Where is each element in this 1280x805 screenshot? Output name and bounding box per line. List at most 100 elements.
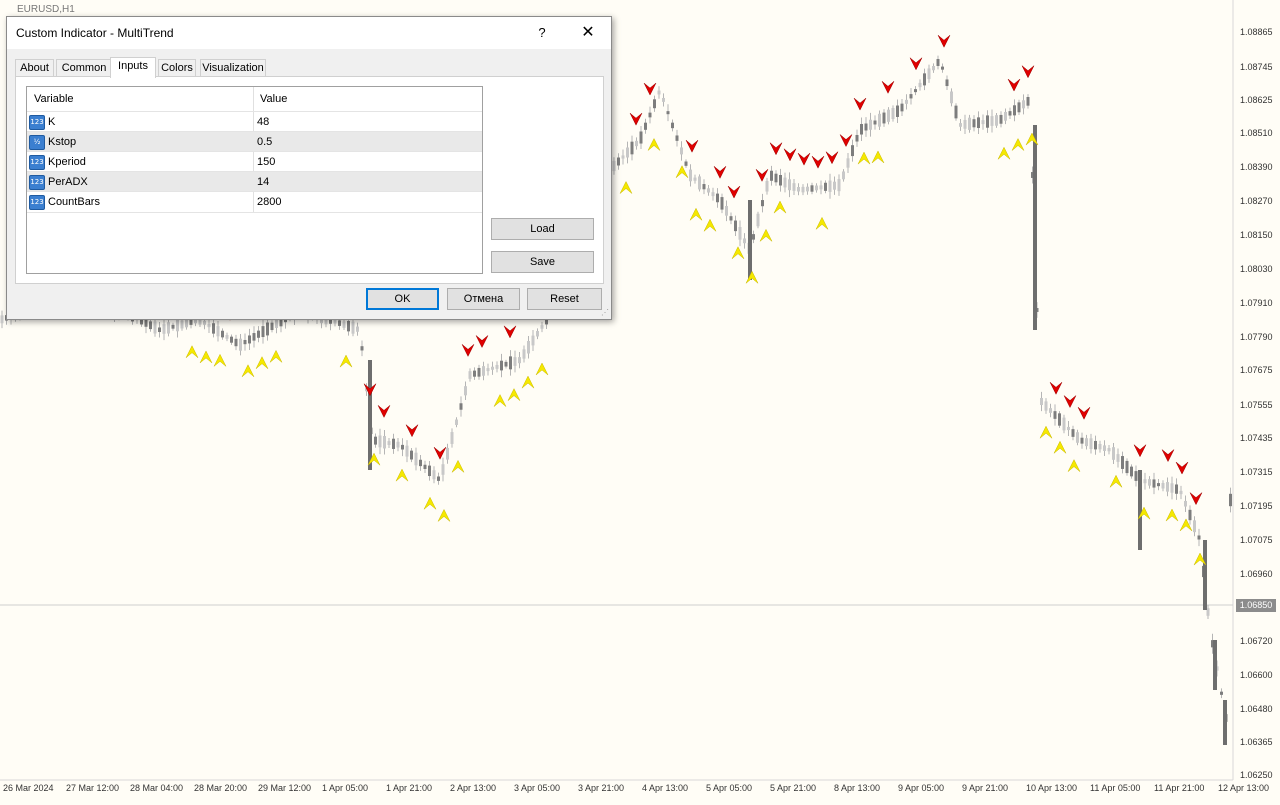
resize-grip-icon[interactable]: ⋰ [601, 308, 609, 317]
sell-arrow-icon [839, 134, 853, 148]
price-tick-label: 1.08270 [1240, 196, 1273, 206]
buy-arrow-icon [507, 388, 521, 401]
variable-value[interactable]: 14 [257, 176, 269, 188]
price-tick-label: 1.07555 [1240, 400, 1273, 410]
candle-body [621, 155, 625, 159]
sell-arrow-icon [643, 82, 657, 96]
reset-button[interactable]: Reset [527, 288, 602, 310]
variable-value[interactable]: 0.5 [257, 136, 272, 148]
candle-body [761, 200, 764, 207]
candle-body [945, 79, 949, 87]
candle-body [176, 319, 179, 332]
time-tick-label: 29 Mar 12:00 [258, 783, 312, 793]
load-button[interactable]: Load [491, 218, 594, 240]
save-button[interactable]: Save [491, 251, 594, 273]
current-price-badge: 1.06850 [1236, 599, 1276, 612]
candle-body [914, 89, 917, 93]
candle-body [707, 188, 710, 193]
candle-body [495, 364, 499, 369]
candle-body [765, 180, 769, 192]
candle-body [360, 346, 364, 351]
buy-arrow-icon [269, 349, 283, 363]
candle-body [1229, 493, 1232, 507]
candle-body [338, 320, 341, 326]
candle-body [882, 112, 886, 124]
candle-body [801, 186, 805, 193]
candle-body [180, 320, 184, 329]
candle-body [891, 108, 895, 119]
candle-body [1098, 443, 1102, 450]
candle-body [230, 336, 233, 343]
time-tick-label: 28 Mar 04:00 [130, 783, 184, 793]
ok-button[interactable]: OK [366, 288, 439, 310]
buy-arrow-icon [451, 459, 465, 473]
candle-body [405, 445, 409, 457]
dialog-titlebar[interactable]: Custom Indicator - MultiTrend ? ✕ [7, 17, 611, 49]
input-row-countbars[interactable]: 123 CountBars 2800 [27, 191, 482, 213]
time-tick-label: 27 Mar 12:00 [66, 783, 120, 793]
buy-arrow-icon [423, 496, 437, 510]
candle-body [396, 441, 400, 448]
input-row-kperiod[interactable]: 123 Kperiod 150 [27, 151, 482, 172]
price-tick-label: 1.06250 [1240, 770, 1273, 780]
sell-arrow-icon [937, 35, 951, 48]
candle-body [1026, 97, 1030, 106]
tab-inputs[interactable]: Inputs [110, 57, 156, 78]
time-tick-label: 3 Apr 21:00 [578, 783, 625, 793]
time-tick-label: 28 Mar 20:00 [194, 783, 248, 793]
candle-body [977, 117, 980, 129]
candle-body [1058, 413, 1061, 426]
variable-value[interactable]: 150 [257, 156, 275, 168]
candle-body [779, 174, 782, 186]
candle-body [950, 91, 953, 104]
tab-about[interactable]: About [15, 59, 54, 77]
candle-body [734, 220, 737, 232]
candle-body [675, 135, 679, 141]
sell-arrow-icon [1161, 449, 1175, 463]
candle-body [927, 68, 931, 80]
candle-body [941, 66, 944, 70]
integer-type-icon: 123 [29, 195, 45, 210]
candle-body [1220, 691, 1223, 695]
candle-body [720, 197, 724, 210]
candle-body [270, 322, 274, 331]
candle-body [1166, 482, 1169, 492]
price-tick-label: 1.07790 [1240, 332, 1273, 342]
candle-body [810, 185, 814, 192]
price-tick-label: 1.06960 [1240, 569, 1273, 579]
candle-body [1188, 509, 1192, 521]
candle-body [689, 169, 692, 182]
buy-arrow-icon [241, 364, 255, 377]
candle-body [702, 184, 706, 190]
help-button[interactable]: ? [527, 21, 557, 45]
tab-visualization[interactable]: Visualization [200, 59, 266, 77]
candle-body [711, 192, 715, 197]
price-tick-label: 1.07910 [1240, 298, 1273, 308]
tab-common[interactable]: Common [56, 59, 112, 77]
variable-value[interactable]: 2800 [257, 196, 281, 208]
input-row-peradx[interactable]: 123 PerADX 14 [27, 171, 482, 192]
candle-body [455, 419, 458, 425]
time-tick-label: 9 Apr 05:00 [898, 783, 945, 793]
candle-body [1049, 408, 1052, 413]
buy-arrow-icon [1011, 138, 1025, 151]
tab-colors[interactable]: Colors [158, 59, 196, 77]
input-row-kstop[interactable]: ½ Kstop 0.5 [27, 131, 482, 152]
variable-value[interactable]: 48 [257, 116, 269, 128]
input-row-k[interactable]: 123 K 48 [27, 111, 482, 132]
buy-arrow-icon [1165, 508, 1179, 522]
cancel-button[interactable]: Отмена [447, 288, 520, 310]
candle-body [158, 327, 161, 333]
candle-body [905, 99, 908, 104]
candle-body [1175, 484, 1178, 494]
candle-body [833, 181, 836, 190]
candle-body [932, 66, 935, 71]
buy-arrow-icon [773, 200, 787, 214]
candle-body [1033, 125, 1037, 330]
candle-body [837, 179, 841, 192]
candle-body [684, 161, 688, 166]
candle-body [1067, 426, 1070, 431]
candle-body [864, 123, 868, 131]
candle-body [243, 339, 247, 345]
close-icon[interactable]: ✕ [573, 21, 603, 45]
